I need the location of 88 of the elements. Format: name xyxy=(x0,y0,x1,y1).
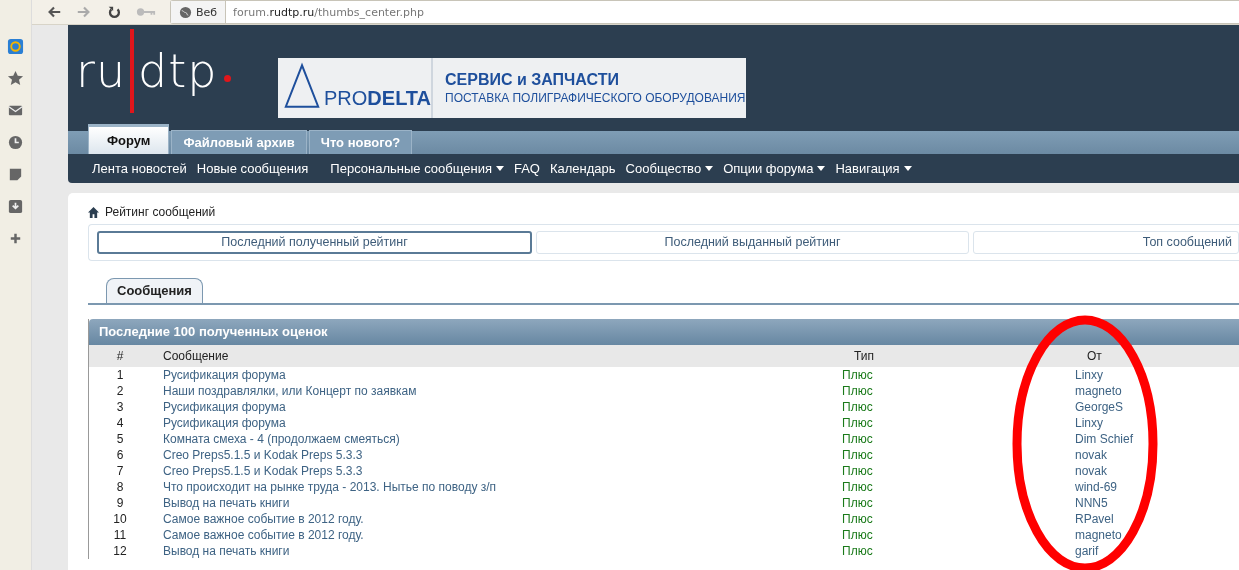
message-link[interactable]: Самое важное событие в 2012 году. xyxy=(163,528,364,542)
url-text: forum.rudtp.ru/thumbs_center.php xyxy=(232,5,424,19)
nav-tab[interactable]: Форум xyxy=(88,124,170,154)
nav-link[interactable]: Календарь xyxy=(549,160,616,176)
rating-tab[interactable]: Топ сообщений xyxy=(973,231,1239,254)
clock-icon[interactable] xyxy=(7,134,24,151)
row-number: 1 xyxy=(115,368,125,382)
row-number: 9 xyxy=(115,496,125,510)
user-link[interactable]: Linxy xyxy=(1075,416,1103,430)
rating-type: Плюс xyxy=(841,416,874,430)
rating-type: Плюс xyxy=(841,544,874,558)
table-title: Последние 100 полученных оценок xyxy=(89,319,1239,345)
caret-icon xyxy=(495,165,504,171)
message-link[interactable]: Русификация форума xyxy=(163,368,286,382)
rating-tab[interactable]: Последний выданный рейтинг xyxy=(536,231,969,254)
rating-type: Плюс xyxy=(841,368,874,382)
message-link[interactable]: Русификация форума xyxy=(163,416,286,430)
banner-headline: СЕРВИС и ЗАПЧАСТИ xyxy=(445,71,620,89)
row-number: 8 xyxy=(115,480,125,494)
message-link[interactable]: Что происходит на рынке труда - 2013. Нытье по поводу з/п xyxy=(163,480,497,494)
nav-link[interactable]: Сообщество xyxy=(625,160,714,176)
user-link[interactable]: magneto xyxy=(1075,528,1122,542)
row-number: 6 xyxy=(115,448,125,462)
row-number: 10 xyxy=(112,512,128,526)
user-link[interactable]: novak xyxy=(1075,448,1108,462)
column-header: От xyxy=(1086,349,1102,363)
caret-icon xyxy=(705,165,714,171)
message-link[interactable]: Вывод на печать книги xyxy=(163,544,290,558)
user-link[interactable]: garif xyxy=(1075,544,1099,558)
rating-type: Плюс xyxy=(841,400,874,414)
message-link[interactable]: Самое важное событие в 2012 году. xyxy=(163,512,364,526)
note-icon[interactable] xyxy=(7,166,24,183)
row-number: 7 xyxy=(115,464,125,478)
message-link[interactable]: Русификация форума xyxy=(163,400,286,414)
message-link[interactable]: Creo Preps5.1.5 и Kodak Preps 5.3.3 xyxy=(163,464,363,478)
site-logo[interactable]: ru dtp xyxy=(68,25,270,117)
site-info-button[interactable]: Веб xyxy=(171,1,227,23)
reload-icon[interactable] xyxy=(106,4,122,20)
column-header: Сообщение xyxy=(162,349,230,363)
row-number: 2 xyxy=(115,384,125,398)
user-link[interactable]: RPavel xyxy=(1075,512,1114,526)
column-header: Тип xyxy=(853,349,875,363)
breadcrumb: Рейтинг сообщений xyxy=(105,205,216,219)
message-link[interactable]: Creo Preps5.1.5 и Kodak Preps 5.3.3 xyxy=(163,448,363,462)
banner-subline: ПОСТАВКА ПОЛИГРАФИЧЕСКОГО ОБОРУДОВАНИЯ xyxy=(445,91,746,105)
section-tab[interactable]: Сообщения xyxy=(106,278,203,303)
address-bar[interactable]: Веб forum.rudtp.ru/thumbs_center.php xyxy=(170,0,1239,24)
user-link[interactable]: magneto xyxy=(1075,384,1122,398)
star-icon[interactable] xyxy=(7,70,24,87)
user-link[interactable]: novak xyxy=(1075,464,1108,478)
back-icon[interactable] xyxy=(46,4,62,20)
rating-type: Плюс xyxy=(841,432,874,446)
user-link[interactable]: Linxy xyxy=(1075,368,1103,382)
message-link[interactable]: Наши поздравлялки, или Концерт по заявкам xyxy=(163,384,417,398)
download-icon[interactable] xyxy=(7,198,24,215)
user-link[interactable]: wind-69 xyxy=(1075,480,1118,494)
banner-brand: PRODELTA xyxy=(324,87,432,110)
rating-type: Плюс xyxy=(841,496,874,510)
nav-link[interactable]: Лента новостей xyxy=(92,160,187,176)
nav-link[interactable]: Опции форума xyxy=(723,160,826,176)
row-number: 3 xyxy=(115,400,125,414)
row-number: 12 xyxy=(112,544,128,558)
nav-link[interactable]: FAQ xyxy=(513,160,540,176)
user-link[interactable]: NNN5 xyxy=(1075,496,1108,510)
row-number: 11 xyxy=(112,528,128,542)
message-link[interactable]: Вывод на печать книги xyxy=(163,496,290,510)
triangle-icon xyxy=(284,62,320,110)
rating-type: Плюс xyxy=(841,384,874,398)
row-number: 4 xyxy=(115,416,125,430)
globe-icon xyxy=(179,5,192,19)
nav-link[interactable]: Новые сообщения xyxy=(196,160,309,176)
rating-type: Плюс xyxy=(841,448,874,462)
caret-icon xyxy=(903,165,912,171)
user-link[interactable]: GeorgeS xyxy=(1075,400,1124,414)
rating-type: Плюс xyxy=(841,480,874,494)
nav-link[interactable]: Персональные сообщения xyxy=(330,160,504,176)
row-number: 5 xyxy=(115,432,125,446)
rating-type: Плюс xyxy=(841,464,874,478)
message-link[interactable]: Комната смеха - 4 (продолжаем смеяться) xyxy=(163,432,400,446)
user-link[interactable]: Dim Schief xyxy=(1075,432,1133,446)
caret-icon xyxy=(817,165,826,171)
rating-type: Плюс xyxy=(841,528,874,542)
rating-tab[interactable]: Последний полученный рейтинг xyxy=(97,231,532,254)
home-icon[interactable] xyxy=(88,206,99,218)
nav-link[interactable]: Навигация xyxy=(835,160,912,176)
column-header: # xyxy=(115,349,125,363)
rating-type: Плюс xyxy=(841,512,874,526)
ad-banner[interactable]: PRODELTA СЕРВИС и ЗАПЧАСТИ ПОСТАВКА ПОЛИГРАФИЧЕСКОГО ОБОРУДОВАНИЯ xyxy=(278,58,746,118)
